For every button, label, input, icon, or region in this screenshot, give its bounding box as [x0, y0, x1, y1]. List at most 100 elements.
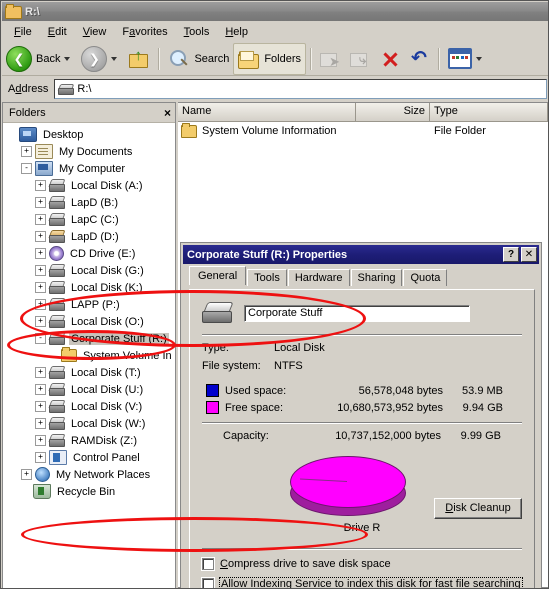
- menu-view[interactable]: View: [75, 24, 115, 40]
- tab-tools[interactable]: Tools: [247, 269, 287, 286]
- expand-icon[interactable]: +: [35, 299, 46, 310]
- undo-button[interactable]: ↶: [404, 44, 434, 74]
- tree-item-my-documents[interactable]: + My Documents: [3, 143, 175, 160]
- divider-3: [202, 548, 522, 550]
- folders-button[interactable]: Folders: [233, 42, 307, 75]
- tree-item-local-disk-k[interactable]: + Local Disk (K:): [3, 279, 175, 296]
- help-button[interactable]: ?: [503, 247, 519, 262]
- dialog-title-bar[interactable]: Corporate Stuff (R:) Properties ? ✕: [183, 245, 539, 264]
- content-area: Folders × Desktop + My Documents - My Comput…: [2, 102, 548, 588]
- column-header-name[interactable]: Name: [178, 103, 356, 121]
- tree-item-local-disk-g[interactable]: + Local Disk (G:): [3, 262, 175, 279]
- tree-item-lapp-p[interactable]: + LAPP (P:): [3, 296, 175, 313]
- menu-edit[interactable]: Edit: [40, 24, 75, 40]
- expand-icon[interactable]: +: [35, 197, 46, 208]
- tab-sharing[interactable]: Sharing: [350, 269, 403, 286]
- expand-icon[interactable]: +: [35, 435, 46, 446]
- drive-icon: [48, 298, 66, 311]
- disk-cleanup-button[interactable]: Disk Cleanup: [434, 498, 522, 519]
- expand-icon[interactable]: +: [21, 469, 32, 480]
- collapse-icon[interactable]: -: [35, 333, 46, 344]
- expand-icon[interactable]: +: [35, 452, 46, 463]
- expand-icon[interactable]: +: [35, 231, 46, 242]
- chevron-down-icon-forward[interactable]: [111, 56, 118, 61]
- expand-icon[interactable]: +: [35, 265, 46, 276]
- divider-2: [202, 422, 522, 424]
- column-header-type[interactable]: Type: [430, 103, 548, 121]
- expand-icon[interactable]: +: [35, 401, 46, 412]
- back-button[interactable]: ❮ Back: [2, 44, 77, 74]
- expand-icon[interactable]: +: [35, 180, 46, 191]
- tree-item-my-network-places[interactable]: + My Network Places: [3, 466, 175, 483]
- tree-item-label: Local Disk (G:): [71, 264, 144, 277]
- menu-file[interactable]: File: [6, 24, 40, 40]
- tree-item-cd-drive-e[interactable]: + CD Drive (E:): [3, 245, 175, 262]
- folders-pane: Folders × Desktop + My Documents - My Comput…: [2, 102, 176, 588]
- tab-quota[interactable]: Quota: [403, 269, 448, 286]
- collapse-icon[interactable]: -: [21, 163, 32, 174]
- volume-label-input[interactable]: Corporate Stuff: [244, 304, 470, 322]
- tree-item-local-disk-t[interactable]: + Local Disk (T:): [3, 364, 175, 381]
- chevron-down-icon[interactable]: [64, 56, 71, 61]
- menu-help[interactable]: Help: [217, 24, 256, 40]
- tree-item-lapc-c[interactable]: + LapC (C:): [3, 211, 175, 228]
- expand-icon[interactable]: +: [35, 316, 46, 327]
- chevron-down-icon-views[interactable]: [476, 56, 483, 61]
- copy-to-button[interactable]: ⤷: [346, 44, 376, 74]
- indexing-checkbox-row[interactable]: Allow Indexing Service to index this dis…: [202, 577, 534, 588]
- expand-icon[interactable]: +: [35, 248, 46, 259]
- expand-icon[interactable]: +: [35, 418, 46, 429]
- table-row[interactable]: System Volume Information File Folder: [178, 122, 548, 140]
- menu-favorites[interactable]: Favorites: [114, 24, 175, 40]
- tab-general[interactable]: General: [189, 266, 247, 285]
- capacity-label: Capacity:: [223, 430, 269, 442]
- tree-item-lapd-d[interactable]: + LapD (D:): [3, 228, 175, 245]
- tab-hardware[interactable]: Hardware: [287, 269, 350, 286]
- tree-item-local-disk-o[interactable]: + Local Disk (O:): [3, 313, 175, 330]
- tree-item-desktop[interactable]: Desktop: [3, 126, 175, 143]
- drive-icon: [48, 281, 66, 294]
- control-panel-icon: [49, 450, 67, 465]
- delete-button[interactable]: [376, 44, 404, 74]
- expand-icon[interactable]: +: [35, 367, 46, 378]
- expand-icon[interactable]: +: [35, 214, 46, 225]
- tree-item-label: Local Disk (K:): [71, 281, 143, 294]
- tree-item-local-disk-v[interactable]: + Local Disk (V:): [3, 398, 175, 415]
- tree-item-local-disk-a[interactable]: + Local Disk (A:): [3, 177, 175, 194]
- tree-item-local-disk-w[interactable]: + Local Disk (W:): [3, 415, 175, 432]
- move-to-button[interactable]: ➤: [316, 44, 346, 74]
- folders-icon: [238, 49, 260, 69]
- views-button[interactable]: [444, 44, 489, 74]
- tree-item-lapd-b[interactable]: + LapD (B:): [3, 194, 175, 211]
- compress-checkbox[interactable]: [202, 558, 214, 570]
- file-name-cell: System Volume Information: [181, 122, 356, 138]
- menu-tools[interactable]: Tools: [176, 24, 218, 40]
- tree-item-ramdisk-z[interactable]: + RAMDisk (Z:): [3, 432, 175, 449]
- expand-icon[interactable]: +: [35, 282, 46, 293]
- forward-button[interactable]: ❯: [77, 44, 124, 74]
- file-list-header: Name Size Type: [178, 103, 548, 122]
- up-button[interactable]: ↑: [124, 44, 154, 74]
- tree-item-corporate-stuff-r[interactable]: - Corporate Stuff (R:): [3, 330, 175, 347]
- address-input[interactable]: R:\: [54, 79, 547, 99]
- tree-item-control-panel[interactable]: + Control Panel: [3, 449, 175, 466]
- compress-checkbox-row[interactable]: Compress drive to save disk space: [202, 558, 534, 570]
- used-space-row: Used space: 56,578,048 bytes 53.9 MB: [206, 384, 534, 397]
- close-button[interactable]: ✕: [521, 247, 537, 262]
- expand-icon[interactable]: +: [21, 146, 32, 157]
- tree-item-label: Local Disk (U:): [71, 383, 144, 396]
- tree-item-label: Control Panel: [73, 451, 140, 464]
- used-space-swatch: [206, 384, 219, 397]
- tree-item-local-disk-u[interactable]: + Local Disk (U:): [3, 381, 175, 398]
- search-button[interactable]: Search: [164, 44, 233, 74]
- tree-item-system-volume-in[interactable]: System Volume In: [3, 347, 175, 364]
- expand-icon[interactable]: +: [35, 384, 46, 395]
- capacity-spacer: [206, 431, 217, 442]
- column-header-size[interactable]: Size: [356, 103, 430, 121]
- tree-item-my-computer[interactable]: - My Computer: [3, 160, 175, 177]
- tree-item-recycle-bin[interactable]: Recycle Bin: [3, 483, 175, 500]
- close-icon[interactable]: ×: [164, 107, 171, 119]
- indexing-checkbox[interactable]: [202, 578, 214, 588]
- drive-icon: [48, 434, 66, 447]
- tree-item-label: LAPP (P:): [71, 298, 120, 311]
